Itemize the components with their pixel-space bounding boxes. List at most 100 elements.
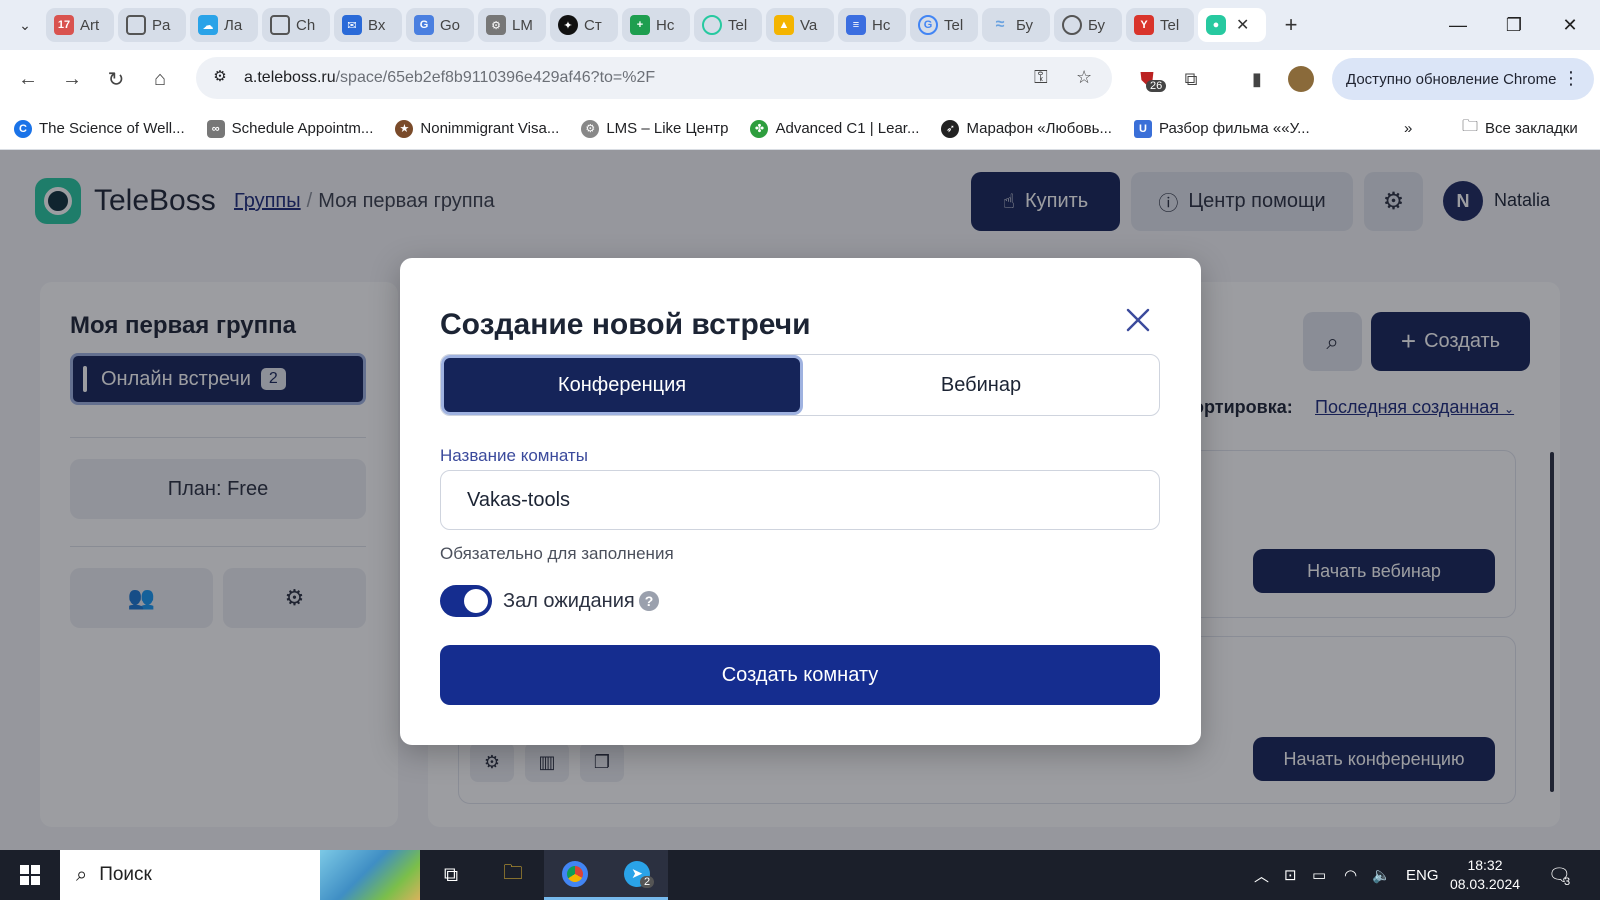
file-explorer-icon[interactable]: 🗀	[482, 850, 544, 900]
start-button[interactable]	[0, 850, 60, 900]
taskbar-search[interactable]: ⌕ Поиск	[60, 850, 420, 900]
wifi-icon[interactable]: ◠	[1344, 850, 1357, 900]
notifications-button[interactable]: 🗨 3	[1548, 850, 1571, 900]
tab-label: Бу	[1016, 16, 1034, 34]
browser-tab[interactable]: Pa	[118, 8, 186, 42]
tab-label: Tel	[728, 16, 748, 34]
browser-tab[interactable]: G Go	[406, 8, 474, 42]
browser-tab-strip: ⌄ 17 Art Pa ☁ Ла Ch ✉ Вх G Go ⚙ LM ✦ Ст + Нс Te…	[0, 0, 1600, 50]
restore-icon[interactable]: ❐	[1486, 0, 1542, 50]
browser-tab[interactable]: + Нс	[622, 8, 690, 42]
all-bookmarks-button[interactable]: 🗀 Все закладки	[1462, 115, 1578, 142]
go-icon: ∞	[206, 119, 225, 138]
room-name-label: Название комнаты	[440, 446, 588, 465]
browser-tab[interactable]: ✦ Ст	[550, 8, 618, 42]
kebab-menu-icon[interactable]: ⋮	[1562, 68, 1580, 89]
browser-tab[interactable]: 17 Art	[46, 8, 114, 42]
system-clock[interactable]: 18:32 08.03.2024	[1440, 856, 1530, 894]
tray-chevron-icon[interactable]: ︿	[1254, 850, 1269, 900]
extension-shield-icon[interactable]: ⛊ 26	[1130, 62, 1167, 96]
globe-favicon-icon	[1062, 15, 1082, 35]
browser-tab[interactable]: Tel	[694, 8, 762, 42]
bookmark-item[interactable]: C The Science of Well...	[14, 119, 185, 138]
home-icon[interactable]: ⌂	[138, 57, 182, 101]
tab-webinar[interactable]: Вебинар	[803, 355, 1159, 415]
browser-tab[interactable]: ▲ Va	[766, 8, 834, 42]
tab-label: Tel	[944, 16, 964, 34]
close-tab-icon[interactable]: ✕	[1236, 15, 1249, 35]
waiting-room-toggle[interactable]	[440, 585, 492, 617]
gear-logo-icon: ⚙	[581, 119, 600, 138]
url-host: a.teleboss.ru	[244, 69, 336, 86]
key-icon[interactable]: ⚿	[1034, 67, 1048, 88]
bookmark-item[interactable]: ⚙ LMS – Like Центр	[581, 119, 728, 138]
meet-now-icon[interactable]: ⊡	[1284, 850, 1297, 900]
create-room-button[interactable]: Создать комнату	[440, 645, 1160, 705]
browser-tab[interactable]: ✉ Вх	[334, 8, 402, 42]
close-modal-button[interactable]	[1120, 302, 1156, 338]
chrome-taskbar-icon[interactable]	[544, 850, 606, 900]
close-window-icon[interactable]: ✕	[1542, 0, 1598, 50]
browser-tab[interactable]: Ch	[262, 8, 330, 42]
profile-image	[1288, 66, 1314, 92]
folder-icon: 🗀	[1462, 118, 1479, 135]
spinner-favicon-icon	[126, 15, 146, 35]
tab-label: LM	[512, 16, 533, 34]
modal-title: Создание новой встречи	[440, 308, 811, 341]
browser-tab-active[interactable]: ● ✕	[1198, 8, 1266, 42]
bookmark-item[interactable]: ★ Nonimmigrant Visa...	[395, 119, 560, 138]
bookmark-item[interactable]: ∞ Schedule Appointm...	[206, 119, 373, 138]
browser-tab[interactable]: ☁ Ла	[190, 8, 258, 42]
site-settings-icon[interactable]: ⚙	[208, 67, 232, 89]
reload-icon[interactable]: ↻	[94, 57, 138, 101]
tab-label: Art	[80, 16, 100, 34]
seal-icon: ★	[395, 119, 414, 138]
side-panel-icon[interactable]: ▮	[1240, 62, 1274, 96]
tab-label: Ст	[584, 16, 602, 34]
bookmark-label: Nonimmigrant Visa...	[420, 120, 560, 137]
room-name-input[interactable]	[440, 470, 1160, 530]
tab-label: Ла	[224, 16, 243, 34]
minimize-icon[interactable]: —	[1430, 0, 1486, 50]
bookmark-star-icon[interactable]: ☆	[1076, 67, 1092, 88]
help-question-icon[interactable]: ?	[639, 591, 659, 611]
volume-icon[interactable]: 🔈	[1372, 850, 1391, 900]
forward-arrow-icon[interactable]: →	[50, 57, 94, 101]
docs-favicon-icon: ≡	[846, 15, 866, 35]
browser-tab[interactable]: Y Tel	[1126, 8, 1194, 42]
bookmark-item[interactable]: ➶ Марафон «Любовь...	[941, 119, 1112, 138]
lms-favicon-icon: ⚙	[486, 15, 506, 35]
tab-conference[interactable]: Конференция	[441, 355, 803, 415]
bookmark-label: Advanced C1 | Lear...	[775, 120, 920, 137]
tab-label: Нс	[872, 16, 891, 34]
tab-search-chevron-icon[interactable]: ⌄	[8, 8, 42, 42]
clock-date: 08.03.2024	[1449, 876, 1521, 892]
browser-tab[interactable]: ≡ Нс	[838, 8, 906, 42]
battery-icon[interactable]: ▭	[1312, 850, 1326, 900]
bookmarks-overflow-button[interactable]: »	[1404, 120, 1412, 137]
meeting-type-switch: Конференция Вебинар	[440, 354, 1160, 416]
profile-avatar-icon[interactable]	[1284, 62, 1318, 96]
telegram-badge: 2	[640, 876, 655, 888]
toggle-knob	[464, 589, 488, 613]
browser-tab[interactable]: ≈ Бу	[982, 8, 1050, 42]
u-icon: U	[1133, 119, 1152, 138]
notification-count: 3	[1564, 876, 1571, 888]
browser-tab[interactable]: ⚙ LM	[478, 8, 546, 42]
language-indicator[interactable]: ENG	[1406, 850, 1439, 900]
windows-taskbar: ⌕ Поиск ⧉ 🗀 ➤ 2 ︿ ⊡ ▭ ◠ 🔈 ENG 18:32 08.0…	[0, 850, 1600, 900]
new-tab-button[interactable]: +	[1274, 8, 1308, 42]
browser-tab[interactable]: Бу	[1054, 8, 1122, 42]
address-bar[interactable]: ⚙ a.teleboss.ru/space/65eb2ef8b9110396e4…	[196, 57, 1112, 99]
bookmark-item[interactable]: ✤ Advanced C1 | Lear...	[750, 119, 920, 138]
telegram-taskbar-icon[interactable]: ➤ 2	[606, 850, 668, 900]
chrome-update-button[interactable]: Доступно обновление Chrome ⋮	[1332, 58, 1594, 100]
bookmark-item[interactable]: U Разбор фильма ««У...	[1133, 119, 1310, 138]
extensions-puzzle-icon[interactable]: ⧉	[1174, 62, 1208, 96]
tab-label: Go	[440, 16, 461, 34]
task-view-icon[interactable]: ⧉	[420, 850, 482, 900]
browser-tab[interactable]: G Tel	[910, 8, 978, 42]
back-arrow-icon[interactable]: ←	[6, 57, 50, 101]
calendar-favicon-icon: 17	[54, 15, 74, 35]
cloud-favicon-icon: ☁	[198, 15, 218, 35]
